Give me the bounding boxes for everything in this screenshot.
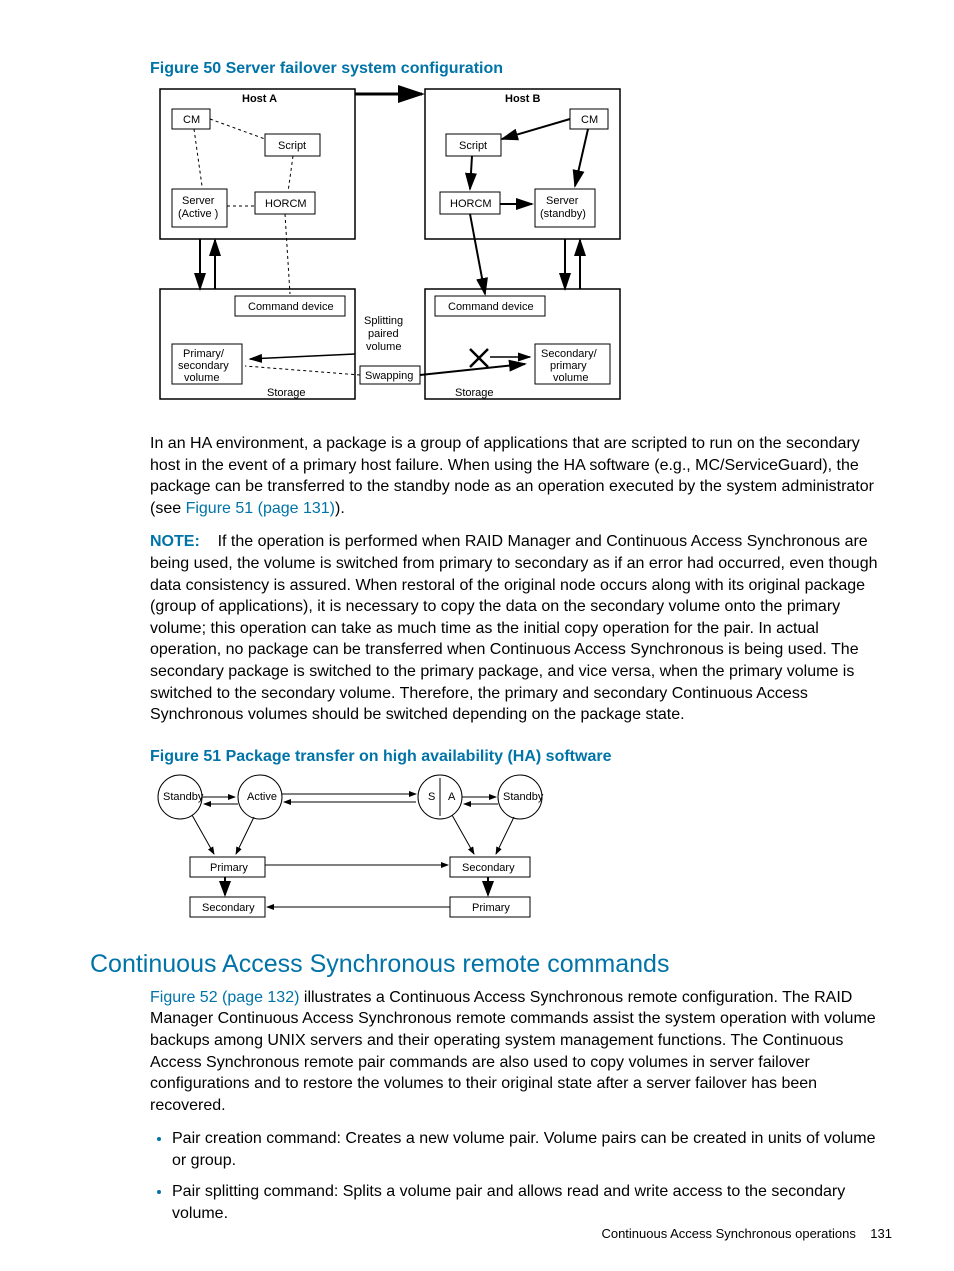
section-heading-cas-remote: Continuous Access Synchronous remote com… bbox=[90, 950, 894, 979]
note-paragraph: NOTE: If the operation is performed when… bbox=[150, 531, 894, 725]
svg-text:Host B: Host B bbox=[505, 93, 541, 105]
para1-text-b: ). bbox=[335, 500, 345, 517]
svg-text:Storage: Storage bbox=[267, 387, 306, 399]
note-label: NOTE: bbox=[150, 533, 200, 550]
svg-text:Secondary: Secondary bbox=[462, 862, 515, 874]
svg-text:primary: primary bbox=[550, 360, 587, 372]
svg-text:Server: Server bbox=[182, 195, 215, 207]
list-item: Pair splitting command: Splits a volume … bbox=[172, 1181, 894, 1224]
section-paragraph: Figure 52 (page 132) illustrates a Conti… bbox=[150, 987, 894, 1117]
figure51-caption: Figure 51 Package transfer on high avail… bbox=[150, 748, 894, 766]
svg-text:Primary: Primary bbox=[472, 902, 510, 914]
svg-text:Secondary: Secondary bbox=[202, 902, 255, 914]
svg-text:volume: volume bbox=[553, 372, 588, 384]
svg-text:(standby): (standby) bbox=[540, 208, 586, 220]
svg-text:Command device: Command device bbox=[248, 301, 334, 313]
section-block: Continuous Access Synchronous remote com… bbox=[150, 950, 894, 1225]
svg-text:Storage: Storage bbox=[455, 387, 494, 399]
svg-text:Command device: Command device bbox=[448, 301, 534, 313]
svg-text:Primary/: Primary/ bbox=[183, 348, 225, 360]
svg-text:Swapping: Swapping bbox=[365, 370, 413, 382]
link-figure51[interactable]: Figure 51 (page 131) bbox=[186, 500, 335, 517]
page-footer: Continuous Access Synchronous operations… bbox=[601, 1226, 892, 1241]
figure51-diagram: Standby Active Primary Secondary S A Sta… bbox=[150, 772, 894, 932]
svg-text:CM: CM bbox=[581, 114, 598, 126]
svg-text:paired: paired bbox=[368, 328, 399, 340]
svg-text:secondary: secondary bbox=[178, 360, 229, 372]
svg-text:Primary: Primary bbox=[210, 862, 248, 874]
section-para-text: illustrates a Continuous Access Synchron… bbox=[150, 989, 876, 1114]
list-item: Pair creation command: Creates a new vol… bbox=[172, 1128, 894, 1171]
svg-text:(Active ): (Active ) bbox=[178, 208, 218, 220]
figure50-diagram: Host A CM Script Server (Active ) HORCM bbox=[150, 84, 894, 419]
command-list: Pair creation command: Creates a new vol… bbox=[150, 1128, 894, 1224]
svg-text:S: S bbox=[428, 791, 435, 803]
document-page: Figure 50 Server failover system configu… bbox=[0, 0, 954, 1271]
svg-text:Standby: Standby bbox=[503, 791, 544, 803]
link-figure52[interactable]: Figure 52 (page 132) bbox=[150, 989, 299, 1006]
svg-text:Script: Script bbox=[459, 140, 487, 152]
note-text: If the operation is performed when RAID … bbox=[150, 533, 877, 723]
content-area: Figure 50 Server failover system configu… bbox=[150, 60, 894, 932]
svg-text:Splitting: Splitting bbox=[364, 315, 403, 327]
svg-text:Active: Active bbox=[247, 791, 277, 803]
svg-text:volume: volume bbox=[184, 372, 219, 384]
svg-text:CM: CM bbox=[183, 114, 200, 126]
footer-text: Continuous Access Synchronous operations bbox=[601, 1226, 855, 1241]
page-number: 131 bbox=[870, 1226, 892, 1241]
svg-text:Secondary/: Secondary/ bbox=[541, 348, 598, 360]
svg-text:Host A: Host A bbox=[242, 93, 277, 105]
svg-text:HORCM: HORCM bbox=[265, 198, 307, 210]
svg-text:Script: Script bbox=[278, 140, 306, 152]
svg-text:HORCM: HORCM bbox=[450, 198, 492, 210]
svg-text:A: A bbox=[448, 791, 456, 803]
svg-text:volume: volume bbox=[366, 341, 401, 353]
paragraph-ha-env: In an HA environment, a package is a gro… bbox=[150, 433, 894, 519]
svg-text:Standby: Standby bbox=[163, 791, 204, 803]
svg-text:Server: Server bbox=[546, 195, 579, 207]
figure50-caption: Figure 50 Server failover system configu… bbox=[150, 60, 894, 78]
